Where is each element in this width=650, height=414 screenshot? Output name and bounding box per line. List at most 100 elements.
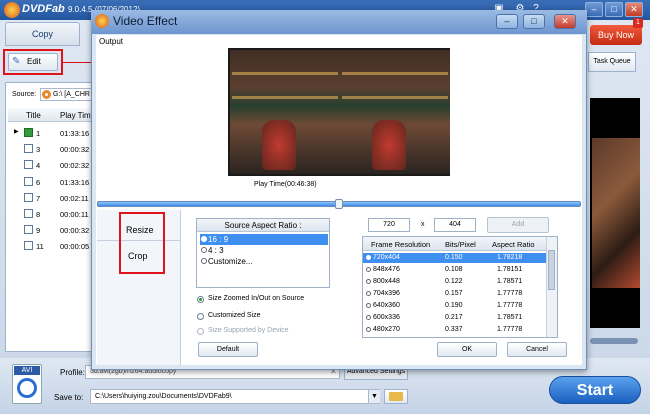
resolution-row[interactable]: 600x336 0.217 1.78571 bbox=[363, 313, 546, 323]
dialog-title: Video Effect bbox=[113, 14, 178, 28]
size-by-device-option: Size Supported by Device bbox=[208, 327, 289, 334]
height-input[interactable]: 404 bbox=[434, 218, 476, 232]
title-number: 8 bbox=[36, 210, 41, 219]
header-bits-per-pixel[interactable]: Bits/Pixel bbox=[445, 240, 476, 249]
title-number: 6 bbox=[36, 178, 41, 187]
radio-icon bbox=[201, 247, 207, 253]
default-button[interactable]: Default bbox=[198, 342, 258, 357]
output-label: Output bbox=[99, 37, 124, 46]
aspect-ratio-cell: 1.78218 bbox=[497, 254, 523, 261]
preview-slider[interactable] bbox=[590, 338, 638, 344]
title-row[interactable]: 7 00:02:11 bbox=[8, 191, 93, 205]
title-play-time: 00:02:32 bbox=[60, 161, 90, 170]
title-checkbox[interactable] bbox=[24, 160, 33, 169]
aspect-ratio-cell: 1.78151 bbox=[497, 266, 523, 273]
bits-per-pixel-cell: 0.150 bbox=[445, 254, 463, 261]
title-checkbox[interactable] bbox=[24, 225, 33, 234]
title-checkbox[interactable] bbox=[24, 177, 33, 186]
resolution-row[interactable]: 720x404 0.150 1.78218 bbox=[363, 253, 546, 263]
bits-per-pixel-cell: 0.190 bbox=[445, 302, 463, 309]
radio-icon bbox=[366, 327, 371, 332]
title-checkbox[interactable] bbox=[24, 209, 33, 218]
dialog-maximize-button[interactable]: □ bbox=[523, 14, 545, 29]
header-aspect-ratio[interactable]: Aspect Ratio bbox=[492, 240, 535, 249]
play-arrow-icon bbox=[17, 378, 37, 398]
header-frame-resolution[interactable]: Frame Resolution bbox=[371, 240, 430, 249]
width-input[interactable]: 720 bbox=[368, 218, 410, 232]
title-row[interactable]: 9 00:00:32 bbox=[8, 223, 93, 237]
main-maximize-button[interactable]: □ bbox=[605, 2, 623, 17]
aspect-option-label: 16 : 9 bbox=[208, 235, 229, 244]
title-number: 9 bbox=[36, 226, 41, 235]
resolution-row[interactable]: 640x360 0.190 1.77778 bbox=[363, 301, 546, 311]
profile-label: Profile: bbox=[60, 368, 85, 377]
title-number: 7 bbox=[36, 194, 41, 203]
tab-copy[interactable]: Copy bbox=[5, 22, 80, 46]
customized-size-option[interactable]: Customized Size bbox=[196, 312, 261, 319]
header-play-time[interactable]: Play Tim bbox=[60, 111, 91, 120]
save-to-field[interactable]: C:\Users\huiying.zou\Documents\DVDFab9\ bbox=[90, 389, 380, 404]
aspect-option-16-9[interactable]: 16 : 9 bbox=[200, 234, 328, 245]
title-play-time: 00:00:05 bbox=[60, 242, 90, 251]
app-name: DVDFab bbox=[22, 3, 65, 15]
title-number: 3 bbox=[36, 145, 41, 154]
radio-icon bbox=[366, 255, 371, 260]
chevron-down-icon[interactable]: ▼ bbox=[368, 390, 380, 403]
resolution-row[interactable]: 480x270 0.337 1.77778 bbox=[363, 325, 546, 335]
video-shelf-detail bbox=[342, 96, 448, 99]
bits-per-pixel-cell: 0.337 bbox=[445, 326, 463, 333]
title-play-time: 00:00:32 bbox=[60, 145, 90, 154]
add-button[interactable]: Add bbox=[487, 217, 549, 233]
title-checkbox[interactable] bbox=[24, 144, 33, 153]
radio-icon bbox=[366, 291, 371, 296]
tabs-highlight-annotation bbox=[119, 212, 165, 274]
cancel-button[interactable]: Cancel bbox=[507, 342, 567, 357]
video-shelf-detail bbox=[232, 72, 338, 75]
resolution-cell: 720x404 bbox=[373, 254, 400, 261]
title-row[interactable]: 11 00:00:05 bbox=[8, 239, 93, 253]
main-minimize-button[interactable]: – bbox=[585, 2, 603, 17]
aspect-option-4-3[interactable]: 4 : 3 bbox=[200, 245, 328, 256]
resolution-cell: 480x270 bbox=[373, 326, 400, 333]
edit-highlight-annotation bbox=[3, 49, 63, 75]
aspect-ratio-header: Source Aspect Ratio : bbox=[197, 219, 329, 232]
size-zoomed-option[interactable]: Size Zoomed In/Out on Source bbox=[196, 295, 304, 302]
dialog-minimize-button[interactable]: – bbox=[496, 14, 518, 29]
timeline-slider-handle[interactable] bbox=[335, 199, 343, 209]
title-row[interactable]: 8 00:00:11 bbox=[8, 207, 93, 221]
ok-button[interactable]: OK bbox=[437, 342, 497, 357]
avi-label: AVI bbox=[14, 366, 40, 375]
header-title[interactable]: Title bbox=[26, 111, 41, 120]
task-queue-button[interactable]: Task Queue bbox=[588, 52, 636, 72]
title-checkbox[interactable] bbox=[24, 128, 33, 137]
title-row[interactable]: 4 00:02:32 bbox=[8, 158, 93, 172]
buy-now-button[interactable]: Buy Now bbox=[590, 25, 642, 45]
video-shelf-detail bbox=[342, 72, 448, 75]
title-row[interactable]: 3 00:00:32 bbox=[8, 142, 93, 156]
title-number: 1 bbox=[36, 129, 41, 138]
folder-icon bbox=[389, 392, 403, 401]
resolution-row[interactable]: 800x448 0.122 1.78571 bbox=[363, 277, 546, 287]
dialog-close-button[interactable]: ✕ bbox=[554, 14, 576, 29]
aspect-option-customize[interactable]: Customize... bbox=[200, 256, 328, 267]
main-close-button[interactable]: ✕ bbox=[625, 2, 643, 17]
resolution-row[interactable]: 848x476 0.108 1.78151 bbox=[363, 265, 546, 275]
table-scrollbar-thumb[interactable] bbox=[548, 250, 555, 290]
aspect-ratio-cell: 1.78571 bbox=[497, 278, 523, 285]
preview-image bbox=[592, 138, 640, 288]
resolution-row[interactable]: 704x396 0.157 1.77778 bbox=[363, 289, 546, 299]
resolution-cell: 800x448 bbox=[373, 278, 400, 285]
resolution-cell: 600x336 bbox=[373, 314, 400, 321]
aspect-option-label: Customize... bbox=[208, 257, 253, 266]
dvdfab-logo-icon bbox=[4, 2, 20, 18]
title-checkbox[interactable] bbox=[24, 193, 33, 202]
start-button[interactable]: Start bbox=[549, 376, 641, 404]
bits-per-pixel-cell: 0.217 bbox=[445, 314, 463, 321]
title-row[interactable]: ▶ 1 01:33:16 bbox=[8, 126, 93, 140]
title-checkbox[interactable] bbox=[24, 241, 33, 250]
expand-arrow-icon[interactable]: ▶ bbox=[14, 128, 19, 135]
title-play-time: 00:02:11 bbox=[60, 194, 89, 203]
resolution-cell: 848x476 bbox=[373, 266, 400, 273]
title-play-time: 00:00:32 bbox=[60, 226, 90, 235]
title-row[interactable]: 6 01:33:16 bbox=[8, 175, 93, 189]
